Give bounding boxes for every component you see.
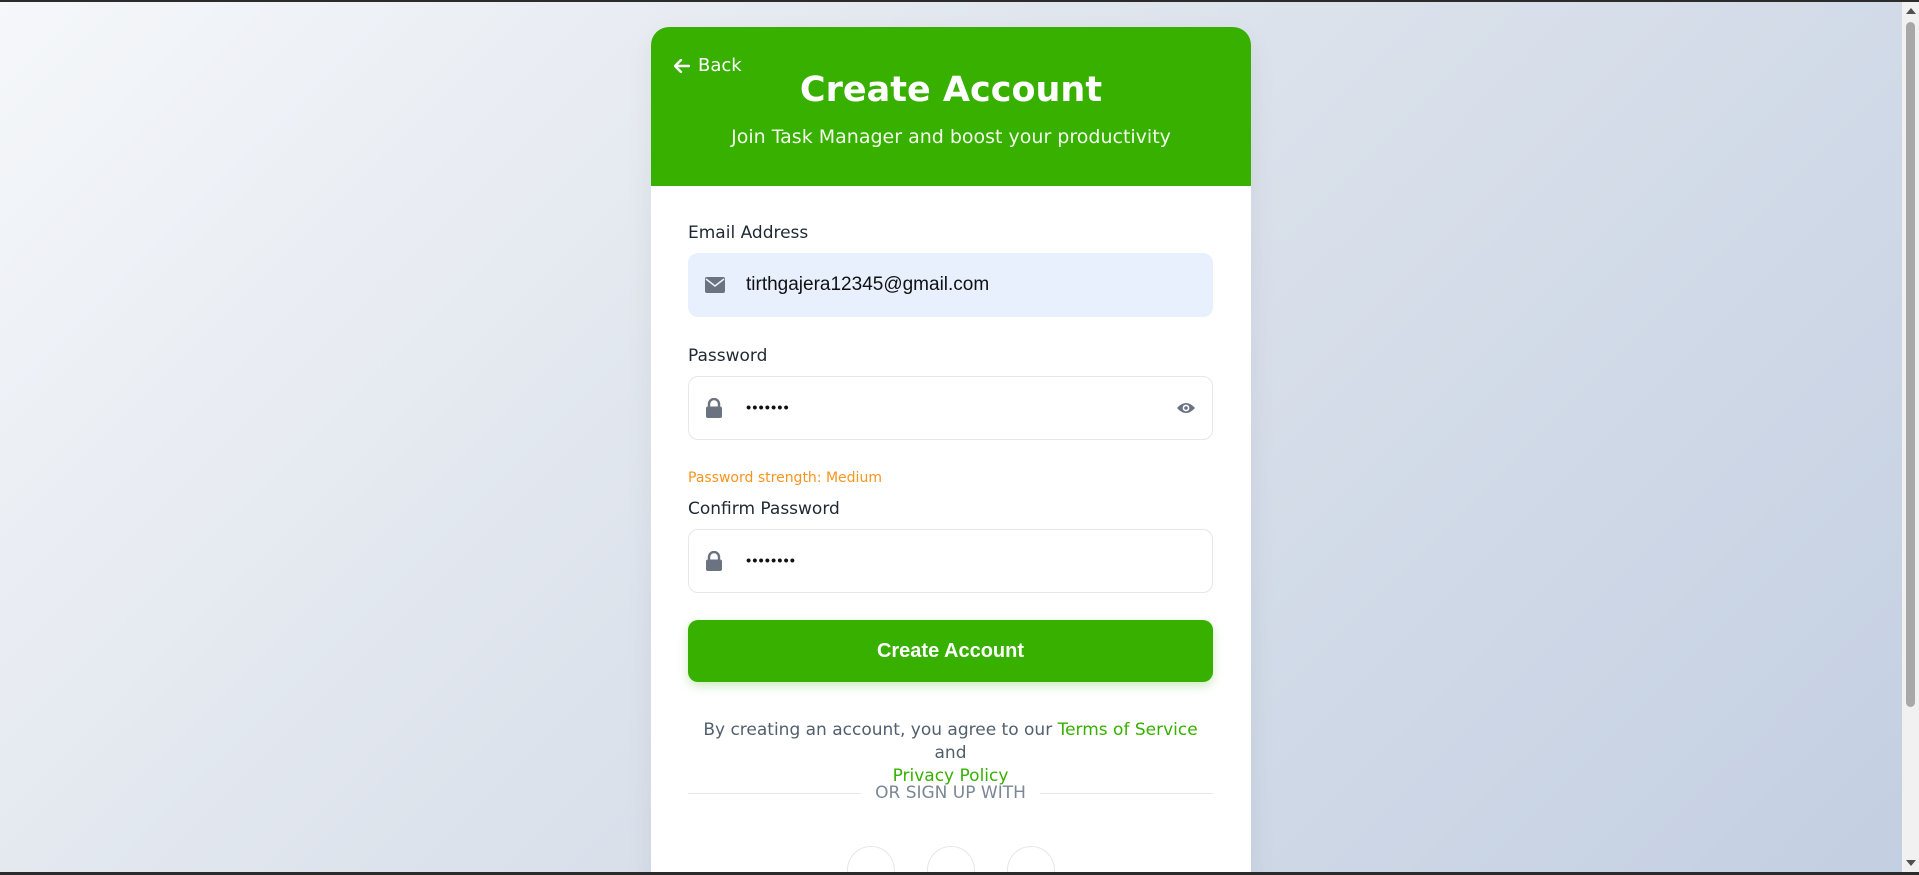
scrollbar-thumb[interactable] [1906,22,1915,707]
social-signup-row [651,846,1251,872]
page-subtitle: Join Task Manager and boost your product… [731,126,1171,148]
lock-icon [706,551,722,571]
email-label: Email Address [688,223,809,243]
confirm-password-value: •••••••• [746,552,797,570]
signup-divider: OR SIGN UP WITH [688,783,1214,803]
confirm-password-label: Confirm Password [688,499,840,519]
password-field[interactable]: ••••••• [688,376,1213,440]
terms-text: By creating an account, you agree to our… [688,719,1213,788]
page-viewport: Back Create Account Join Task Manager an… [0,2,1902,872]
social-signup-button[interactable] [927,846,975,872]
email-field[interactable]: tirthgajera12345@gmail.com [688,253,1213,317]
signup-card: Back Create Account Join Task Manager an… [651,27,1251,872]
divider-text: OR SIGN UP WITH [875,783,1026,803]
page-title: Create Account [799,70,1103,110]
social-signup-button[interactable] [847,846,895,872]
social-signup-button[interactable] [1007,846,1055,872]
email-value: tirthgajera12345@gmail.com [746,274,990,295]
terms-prefix: By creating an account, you agree to our [703,720,1053,740]
scroll-down-arrow-icon[interactable] [1906,860,1916,866]
scroll-up-arrow-icon[interactable] [1906,8,1916,14]
create-account-button[interactable]: Create Account [688,620,1213,682]
lock-icon [706,398,722,418]
password-strength-text: Password strength: Medium [688,470,882,486]
divider-line-right [1039,792,1214,794]
password-label: Password [688,346,768,366]
terms-of-service-link[interactable]: Terms of Service [1058,720,1198,740]
page-scrollbar[interactable] [1902,2,1919,872]
terms-conjunction: and [934,743,967,763]
envelope-icon [705,277,725,293]
card-header: Back Create Account Join Task Manager an… [651,27,1251,186]
password-value: ••••••• [746,399,790,417]
divider-line-left [688,792,862,794]
eye-icon[interactable] [1176,401,1196,415]
confirm-password-field[interactable]: •••••••• [688,529,1213,593]
